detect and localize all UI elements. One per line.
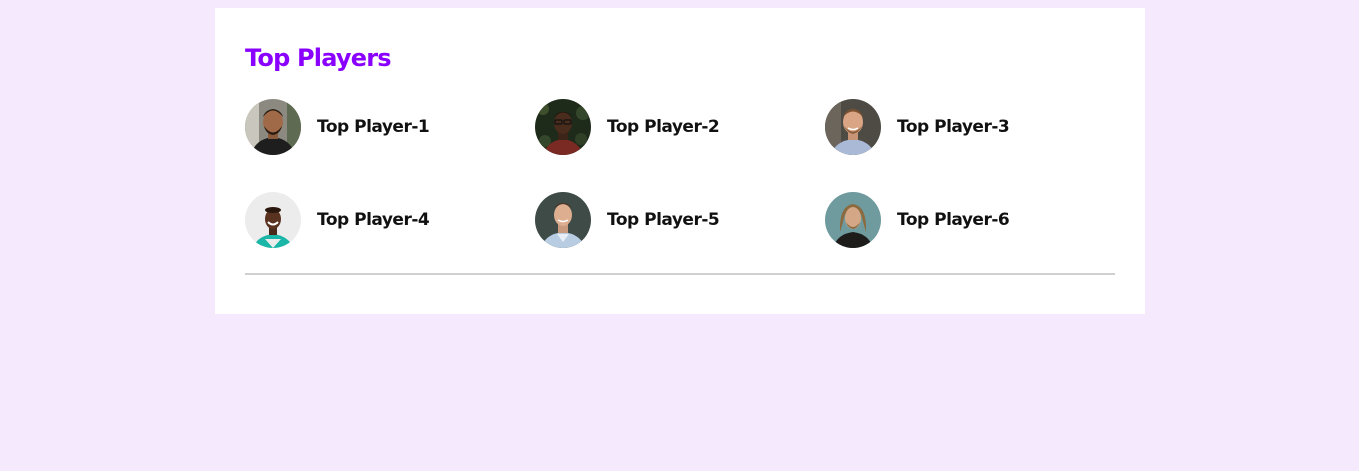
section-divider [245, 273, 1115, 275]
player-name[interactable]: Top Player-1 [317, 117, 430, 137]
player-avatar-icon[interactable] [825, 192, 881, 248]
player-avatar-icon[interactable] [535, 99, 591, 155]
player-avatar-icon[interactable] [245, 192, 301, 248]
player-name[interactable]: Top Player-4 [317, 210, 430, 230]
section-title: Top Players [245, 44, 392, 72]
player-item[interactable]: Top Player-2 [535, 99, 825, 155]
player-avatar-icon[interactable] [535, 192, 591, 248]
top-players-card: Top Players Top Player-1 Top Player-2 To… [215, 8, 1145, 314]
player-name[interactable]: Top Player-6 [897, 210, 1010, 230]
player-avatar-icon[interactable] [825, 99, 881, 155]
players-grid: Top Player-1 Top Player-2 Top Player-3 T… [245, 99, 1115, 248]
player-item[interactable]: Top Player-3 [825, 99, 1115, 155]
player-item[interactable]: Top Player-5 [535, 192, 825, 248]
player-avatar-icon[interactable] [245, 99, 301, 155]
player-name[interactable]: Top Player-2 [607, 117, 720, 137]
player-name[interactable]: Top Player-5 [607, 210, 720, 230]
player-item[interactable]: Top Player-4 [245, 192, 535, 248]
player-item[interactable]: Top Player-6 [825, 192, 1115, 248]
player-item[interactable]: Top Player-1 [245, 99, 535, 155]
player-name[interactable]: Top Player-3 [897, 117, 1010, 137]
